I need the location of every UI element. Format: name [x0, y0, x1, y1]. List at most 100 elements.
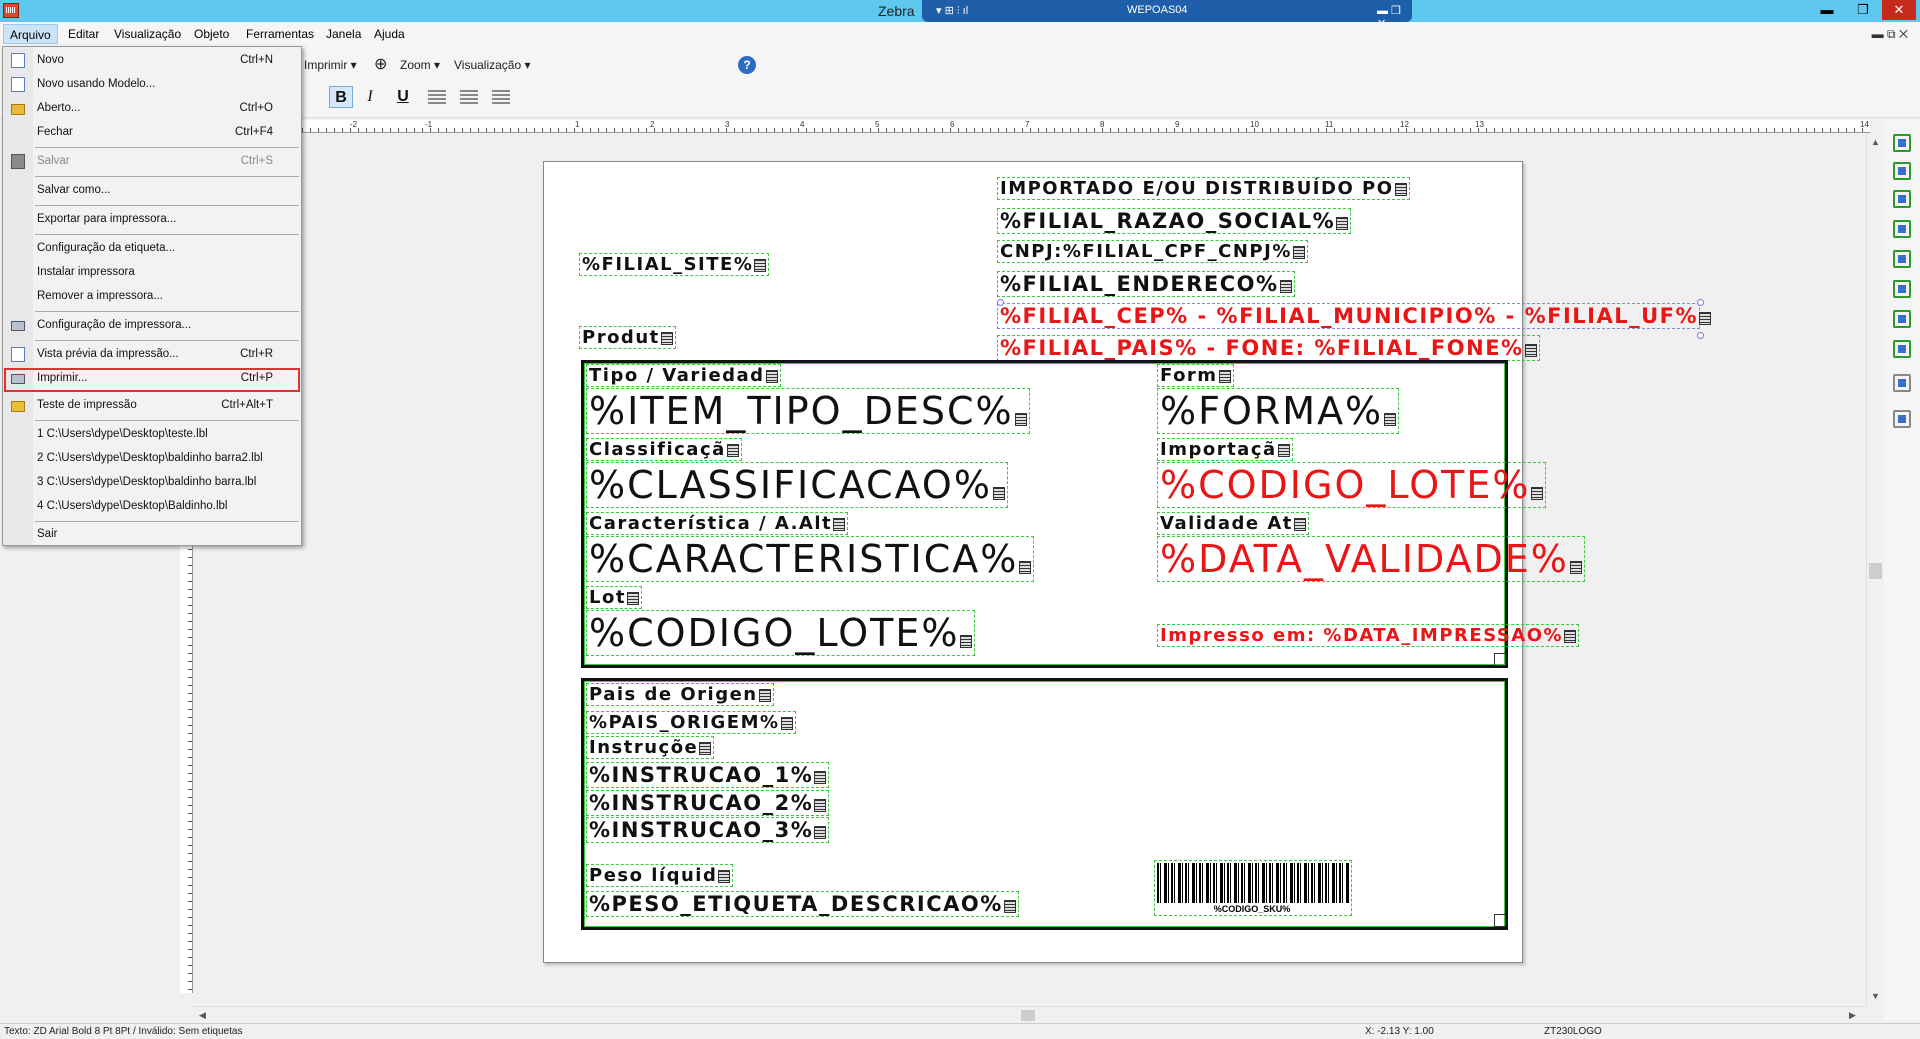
menu-item-remover[interactable]: Remover a impressora...	[3, 285, 301, 309]
field-pais-value[interactable]: %PAIS_ORIGEM%	[586, 711, 796, 734]
italic-button[interactable]: I	[358, 86, 382, 108]
field-lote-value[interactable]: %CODIGO_LOTE%	[586, 610, 976, 656]
menu-item-recent-1[interactable]: 1 C:\Users\dype\Desktop\teste.lbl	[3, 423, 301, 447]
field-impresso[interactable]: Impresso em: %DATA_IMPRESSAO%	[1157, 624, 1580, 647]
field-pais-label[interactable]: Pais de Origen	[586, 683, 774, 706]
properties-icon[interactable]	[1893, 410, 1911, 428]
align-bottom-icon[interactable]	[1893, 190, 1911, 208]
field-filial-site[interactable]: %FILIAL_SITE%	[579, 253, 770, 276]
scroll-up-icon[interactable]: ▲	[1871, 137, 1880, 147]
field-filial-endereco[interactable]: %FILIAL_ENDERECO%	[997, 271, 1295, 297]
menu-item-sair[interactable]: Sair	[3, 523, 301, 547]
menu-editar[interactable]: Editar	[68, 27, 99, 41]
align-left-edge-icon[interactable]	[1893, 220, 1911, 238]
align-center-icon[interactable]	[460, 90, 478, 104]
menu-item-teste-impressao[interactable]: Teste de impressão Ctrl+Alt+T	[3, 394, 301, 418]
horizontal-scrollbar[interactable]: ◀ ▶	[193, 1006, 1866, 1023]
align-middle-icon[interactable]	[1893, 162, 1911, 180]
pin-icon[interactable]: ▾ ⊞ ⫶ ıl	[936, 4, 968, 18]
field-instrucao-3[interactable]: %INSTRUCAO_3%	[586, 817, 830, 843]
field-caract-label[interactable]: Característica / A.Alt	[586, 512, 849, 535]
menu-item-vista-previa[interactable]: Vista prévia da impressão... Ctrl+R	[3, 343, 301, 367]
minimize-button[interactable]: ▬	[1810, 0, 1844, 20]
zoom-icon[interactable]: ⊕	[374, 54, 387, 74]
menu-arquivo[interactable]: Arquivo	[3, 24, 58, 44]
field-forma-label[interactable]: Form	[1157, 364, 1234, 387]
field-validade-value[interactable]: %DATA_VALIDADE%	[1157, 536, 1585, 582]
selection-handle[interactable]	[1697, 332, 1704, 339]
menu-item-novo-modelo[interactable]: Novo usando Modelo...	[3, 73, 301, 97]
menu-item-fechar[interactable]: Fechar Ctrl+F4	[3, 121, 301, 145]
remote-session-bar[interactable]: ▾ ⊞ ⫶ ıl WEPOAS04 ▬ ❐ ✕	[922, 0, 1412, 30]
field-filial-pais[interactable]: %FILIAL_PAIS% - FONE: %FILIAL_FONE%	[997, 335, 1540, 361]
menu-item-recent-2[interactable]: 2 C:\Users\dype\Desktop\baldinho barra2.…	[3, 447, 301, 471]
menu-item-instalar[interactable]: Instalar impressora	[3, 261, 301, 285]
menu-item-recent-3[interactable]: 3 C:\Users\dype\Desktop\baldinho barra.l…	[3, 471, 301, 495]
rotate-icon[interactable]	[1893, 374, 1911, 392]
design-canvas[interactable]: IMPORTADO E/OU DISTRIBUÍDO PO %FILIAL_RA…	[193, 133, 1868, 1006]
help-icon[interactable]: ?	[738, 56, 756, 74]
field-importado[interactable]: IMPORTADO E/OU DISTRIBUÍDO PO	[997, 177, 1410, 200]
zoom-dropdown[interactable]: Zoom ▾	[400, 58, 440, 72]
view-dropdown[interactable]: Visualização ▾	[454, 58, 531, 72]
align-left-icon[interactable]	[428, 90, 446, 104]
field-lote-label[interactable]: Lot	[586, 586, 642, 609]
barcode-sku[interactable]: %CODIGO_SKU%	[1154, 860, 1352, 916]
scroll-thumb[interactable]	[1021, 1010, 1035, 1021]
field-validade-label[interactable]: Validade At	[1157, 512, 1309, 535]
field-instrucao-1[interactable]: %INSTRUCAO_1%	[586, 762, 830, 788]
restore-button[interactable]: ❐	[1846, 0, 1880, 20]
field-instr-label[interactable]: Instruçõe	[586, 736, 715, 759]
menu-item-imprimir[interactable]: Imprimir... Ctrl+P	[3, 367, 301, 393]
scroll-down-icon[interactable]: ▼	[1871, 991, 1880, 1001]
menu-item-aberto[interactable]: Aberto... Ctrl+O	[3, 97, 301, 121]
scroll-right-icon[interactable]: ▶	[1849, 1010, 1856, 1021]
distribute-v-icon[interactable]	[1893, 340, 1911, 358]
menu-item-salvar[interactable]: Salvar Ctrl+S	[3, 150, 301, 174]
align-right-edge-icon[interactable]	[1893, 280, 1911, 298]
field-caract-value[interactable]: %CARACTERISTICA%	[586, 536, 1035, 582]
field-import-value[interactable]: %CODIGO_LOTE%	[1157, 462, 1547, 508]
menu-objeto[interactable]: Objeto	[194, 27, 229, 41]
field-peso-value[interactable]: %PESO_ETIQUETA_DESCRICAO%	[586, 891, 1019, 917]
selection-handle[interactable]	[1697, 299, 1704, 306]
menu-item-config-etiqueta[interactable]: Configuração da etiqueta...	[3, 237, 301, 261]
field-classif-value[interactable]: %CLASSIFICACAO%	[586, 462, 1008, 508]
selection-handle[interactable]	[997, 299, 1004, 306]
field-tipo-label[interactable]: Tipo / Variedad	[586, 364, 781, 387]
align-center-v-icon[interactable]	[1893, 250, 1911, 268]
vertical-scrollbar[interactable]: ▲ ▼	[1866, 133, 1883, 1006]
label-paper[interactable]: IMPORTADO E/OU DISTRIBUÍDO PO %FILIAL_RA…	[543, 161, 1712, 963]
menu-item-recent-4[interactable]: 4 C:\Users\dype\Desktop\Baldinho.lbl	[3, 495, 301, 519]
close-button[interactable]: ✕	[1882, 0, 1916, 20]
menu-item-novo[interactable]: Novo Ctrl+N	[3, 49, 301, 73]
align-top-icon[interactable]	[1893, 134, 1911, 152]
bold-button[interactable]: B	[329, 86, 353, 108]
scroll-left-icon[interactable]: ◀	[199, 1010, 206, 1021]
zebra-app-icon[interactable]	[3, 3, 19, 18]
align-right-icon[interactable]	[492, 90, 510, 104]
field-text: %PAIS_ORIGEM%	[589, 712, 780, 733]
menu-item-salvar-como[interactable]: Salvar como...	[3, 179, 301, 203]
menu-ajuda[interactable]: Ajuda	[374, 27, 405, 41]
menu-ferramentas[interactable]: Ferramentas	[246, 27, 314, 41]
field-peso-label[interactable]: Peso líquid	[586, 864, 734, 887]
field-filial-cep[interactable]: %FILIAL_CEP% - %FILIAL_MUNICIPIO% - %FIL…	[997, 303, 1712, 329]
field-classif-label[interactable]: Classificaçã	[586, 438, 742, 461]
field-instrucao-2[interactable]: %INSTRUCAO_2%	[586, 790, 830, 816]
scroll-thumb[interactable]	[1869, 563, 1882, 579]
menu-janela[interactable]: Janela	[326, 27, 361, 41]
mdi-window-controls[interactable]: ▬ ⧉ ✕	[1872, 27, 1908, 42]
menu-visualizacao[interactable]: Visualização	[114, 27, 181, 41]
print-dropdown[interactable]: Imprimir ▾	[304, 58, 357, 72]
field-produto[interactable]: Produt	[579, 326, 676, 349]
menu-item-config-impressora[interactable]: Configuração de impressora...	[3, 314, 301, 338]
menu-item-exportar[interactable]: Exportar para impressora...	[3, 208, 301, 232]
field-filial-razao[interactable]: %FILIAL_RAZAO_SOCIAL%	[997, 208, 1352, 234]
field-cnpj[interactable]: CNPJ:%FILIAL_CPF_CNPJ%	[997, 240, 1308, 263]
distribute-h-icon[interactable]	[1893, 310, 1911, 328]
underline-button[interactable]: U	[391, 86, 415, 108]
field-import-label[interactable]: Importaçã	[1157, 438, 1293, 461]
field-tipo-value[interactable]: %ITEM_TIPO_DESC%	[586, 388, 1030, 434]
field-forma-value[interactable]: %FORMA%	[1157, 388, 1400, 434]
